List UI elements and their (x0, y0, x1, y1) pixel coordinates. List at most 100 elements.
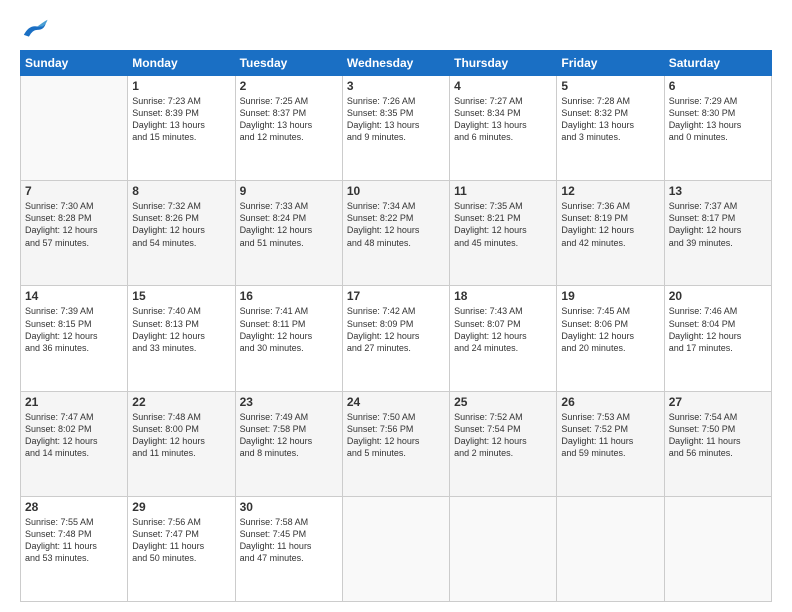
calendar-cell: 10 Sunrise: 7:34 AM Sunset: 8:22 PM Dayli… (342, 181, 449, 286)
day-number: 1 (132, 79, 230, 93)
calendar-cell: 28Sunrise: 7:55 AM Sunset: 7:48 PM Dayli… (21, 496, 128, 601)
day-number: 12 (561, 184, 659, 198)
cell-content: Sunrise: 7:29 AM Sunset: 8:30 PM Dayligh… (669, 95, 767, 144)
calendar-cell: 27 Sunrise: 7:54 AM Sunset: 7:50 PM Dayli… (664, 391, 771, 496)
weekday-friday: Friday (557, 51, 664, 76)
cell-content: Sunrise: 7:33 AM Sunset: 8:24 PM Dayligh… (240, 200, 338, 249)
day-number: 8 (132, 184, 230, 198)
calendar-cell: 14 Sunrise: 7:39 AM Sunset: 8:15 PM Dayli… (21, 286, 128, 391)
day-number: 7 (25, 184, 123, 198)
week-row-4: 21Sunrise: 7:47 AM Sunset: 8:02 PM Dayli… (21, 391, 772, 496)
weekday-monday: Monday (128, 51, 235, 76)
logo (20, 18, 52, 40)
cell-content: Sunrise: 7:28 AM Sunset: 8:32 PM Dayligh… (561, 95, 659, 144)
calendar-cell: 13 Sunrise: 7:37 AM Sunset: 8:17 PM Dayli… (664, 181, 771, 286)
day-number: 10 (347, 184, 445, 198)
calendar-cell (664, 496, 771, 601)
calendar-cell: 16 Sunrise: 7:41 AM Sunset: 8:11 PM Dayli… (235, 286, 342, 391)
cell-content: Sunrise: 7:25 AM Sunset: 8:37 PM Dayligh… (240, 95, 338, 144)
day-number: 3 (347, 79, 445, 93)
calendar-cell: 6 Sunrise: 7:29 AM Sunset: 8:30 PM Daylig… (664, 76, 771, 181)
day-number: 29 (132, 500, 230, 514)
calendar-cell: 20 Sunrise: 7:46 AM Sunset: 8:04 PM Dayli… (664, 286, 771, 391)
day-number: 5 (561, 79, 659, 93)
cell-content: Sunrise: 7:48 AM Sunset: 8:00 PM Dayligh… (132, 411, 230, 460)
day-number: 6 (669, 79, 767, 93)
calendar-cell: 25 Sunrise: 7:52 AM Sunset: 7:54 PM Dayli… (450, 391, 557, 496)
day-number: 9 (240, 184, 338, 198)
weekday-thursday: Thursday (450, 51, 557, 76)
logo-bird-icon (20, 18, 48, 40)
day-number: 23 (240, 395, 338, 409)
calendar-cell (342, 496, 449, 601)
cell-content: Sunrise: 7:39 AM Sunset: 8:15 PM Dayligh… (25, 305, 123, 354)
calendar-cell: 2 Sunrise: 7:25 AM Sunset: 8:37 PM Daylig… (235, 76, 342, 181)
calendar-cell: 1 Sunrise: 7:23 AM Sunset: 8:39 PM Daylig… (128, 76, 235, 181)
cell-content: Sunrise: 7:53 AM Sunset: 7:52 PM Dayligh… (561, 411, 659, 460)
calendar-cell: 30 Sunrise: 7:58 AM Sunset: 7:45 PM Dayli… (235, 496, 342, 601)
day-number: 18 (454, 289, 552, 303)
cell-content: Sunrise: 7:45 AM Sunset: 8:06 PM Dayligh… (561, 305, 659, 354)
calendar-cell: 4Sunrise: 7:27 AM Sunset: 8:34 PM Daylig… (450, 76, 557, 181)
page: SundayMondayTuesdayWednesdayThursdayFrid… (0, 0, 792, 612)
cell-content: Sunrise: 7:54 AM Sunset: 7:50 PM Dayligh… (669, 411, 767, 460)
calendar-cell (557, 496, 664, 601)
cell-content: Sunrise: 7:23 AM Sunset: 8:39 PM Dayligh… (132, 95, 230, 144)
calendar-cell: 8 Sunrise: 7:32 AM Sunset: 8:26 PM Daylig… (128, 181, 235, 286)
calendar-cell: 3Sunrise: 7:26 AM Sunset: 8:35 PM Daylig… (342, 76, 449, 181)
calendar-cell: 19Sunrise: 7:45 AM Sunset: 8:06 PM Dayli… (557, 286, 664, 391)
day-number: 22 (132, 395, 230, 409)
cell-content: Sunrise: 7:52 AM Sunset: 7:54 PM Dayligh… (454, 411, 552, 460)
cell-content: Sunrise: 7:35 AM Sunset: 8:21 PM Dayligh… (454, 200, 552, 249)
day-number: 14 (25, 289, 123, 303)
cell-content: Sunrise: 7:36 AM Sunset: 8:19 PM Dayligh… (561, 200, 659, 249)
day-number: 24 (347, 395, 445, 409)
day-number: 16 (240, 289, 338, 303)
week-row-2: 7 Sunrise: 7:30 AM Sunset: 8:28 PM Daylig… (21, 181, 772, 286)
day-number: 11 (454, 184, 552, 198)
day-number: 2 (240, 79, 338, 93)
calendar-cell: 7 Sunrise: 7:30 AM Sunset: 8:28 PM Daylig… (21, 181, 128, 286)
calendar-cell: 21Sunrise: 7:47 AM Sunset: 8:02 PM Dayli… (21, 391, 128, 496)
cell-content: Sunrise: 7:32 AM Sunset: 8:26 PM Dayligh… (132, 200, 230, 249)
calendar-cell: 29 Sunrise: 7:56 AM Sunset: 7:47 PM Dayli… (128, 496, 235, 601)
cell-content: Sunrise: 7:27 AM Sunset: 8:34 PM Dayligh… (454, 95, 552, 144)
weekday-saturday: Saturday (664, 51, 771, 76)
calendar-cell: 18Sunrise: 7:43 AM Sunset: 8:07 PM Dayli… (450, 286, 557, 391)
cell-content: Sunrise: 7:56 AM Sunset: 7:47 PM Dayligh… (132, 516, 230, 565)
cell-content: Sunrise: 7:41 AM Sunset: 8:11 PM Dayligh… (240, 305, 338, 354)
cell-content: Sunrise: 7:34 AM Sunset: 8:22 PM Dayligh… (347, 200, 445, 249)
day-number: 20 (669, 289, 767, 303)
cell-content: Sunrise: 7:46 AM Sunset: 8:04 PM Dayligh… (669, 305, 767, 354)
day-number: 21 (25, 395, 123, 409)
day-number: 25 (454, 395, 552, 409)
day-number: 28 (25, 500, 123, 514)
day-number: 27 (669, 395, 767, 409)
day-number: 17 (347, 289, 445, 303)
calendar-cell: 17 Sunrise: 7:42 AM Sunset: 8:09 PM Dayli… (342, 286, 449, 391)
calendar-cell: 22 Sunrise: 7:48 AM Sunset: 8:00 PM Dayli… (128, 391, 235, 496)
week-row-1: 1 Sunrise: 7:23 AM Sunset: 8:39 PM Daylig… (21, 76, 772, 181)
cell-content: Sunrise: 7:30 AM Sunset: 8:28 PM Dayligh… (25, 200, 123, 249)
cell-content: Sunrise: 7:49 AM Sunset: 7:58 PM Dayligh… (240, 411, 338, 460)
day-number: 26 (561, 395, 659, 409)
day-number: 15 (132, 289, 230, 303)
calendar-cell: 26 Sunrise: 7:53 AM Sunset: 7:52 PM Dayli… (557, 391, 664, 496)
weekday-sunday: Sunday (21, 51, 128, 76)
calendar-cell: 15 Sunrise: 7:40 AM Sunset: 8:13 PM Dayli… (128, 286, 235, 391)
weekday-wednesday: Wednesday (342, 51, 449, 76)
cell-content: Sunrise: 7:40 AM Sunset: 8:13 PM Dayligh… (132, 305, 230, 354)
cell-content: Sunrise: 7:37 AM Sunset: 8:17 PM Dayligh… (669, 200, 767, 249)
day-number: 30 (240, 500, 338, 514)
calendar-cell: 9 Sunrise: 7:33 AM Sunset: 8:24 PM Daylig… (235, 181, 342, 286)
cell-content: Sunrise: 7:42 AM Sunset: 8:09 PM Dayligh… (347, 305, 445, 354)
calendar-cell: 24 Sunrise: 7:50 AM Sunset: 7:56 PM Dayli… (342, 391, 449, 496)
calendar-cell: 5 Sunrise: 7:28 AM Sunset: 8:32 PM Daylig… (557, 76, 664, 181)
calendar-cell: 11 Sunrise: 7:35 AM Sunset: 8:21 PM Dayli… (450, 181, 557, 286)
week-row-5: 28Sunrise: 7:55 AM Sunset: 7:48 PM Dayli… (21, 496, 772, 601)
cell-content: Sunrise: 7:50 AM Sunset: 7:56 PM Dayligh… (347, 411, 445, 460)
weekday-header-row: SundayMondayTuesdayWednesdayThursdayFrid… (21, 51, 772, 76)
day-number: 13 (669, 184, 767, 198)
cell-content: Sunrise: 7:58 AM Sunset: 7:45 PM Dayligh… (240, 516, 338, 565)
calendar-cell: 23 Sunrise: 7:49 AM Sunset: 7:58 PM Dayli… (235, 391, 342, 496)
